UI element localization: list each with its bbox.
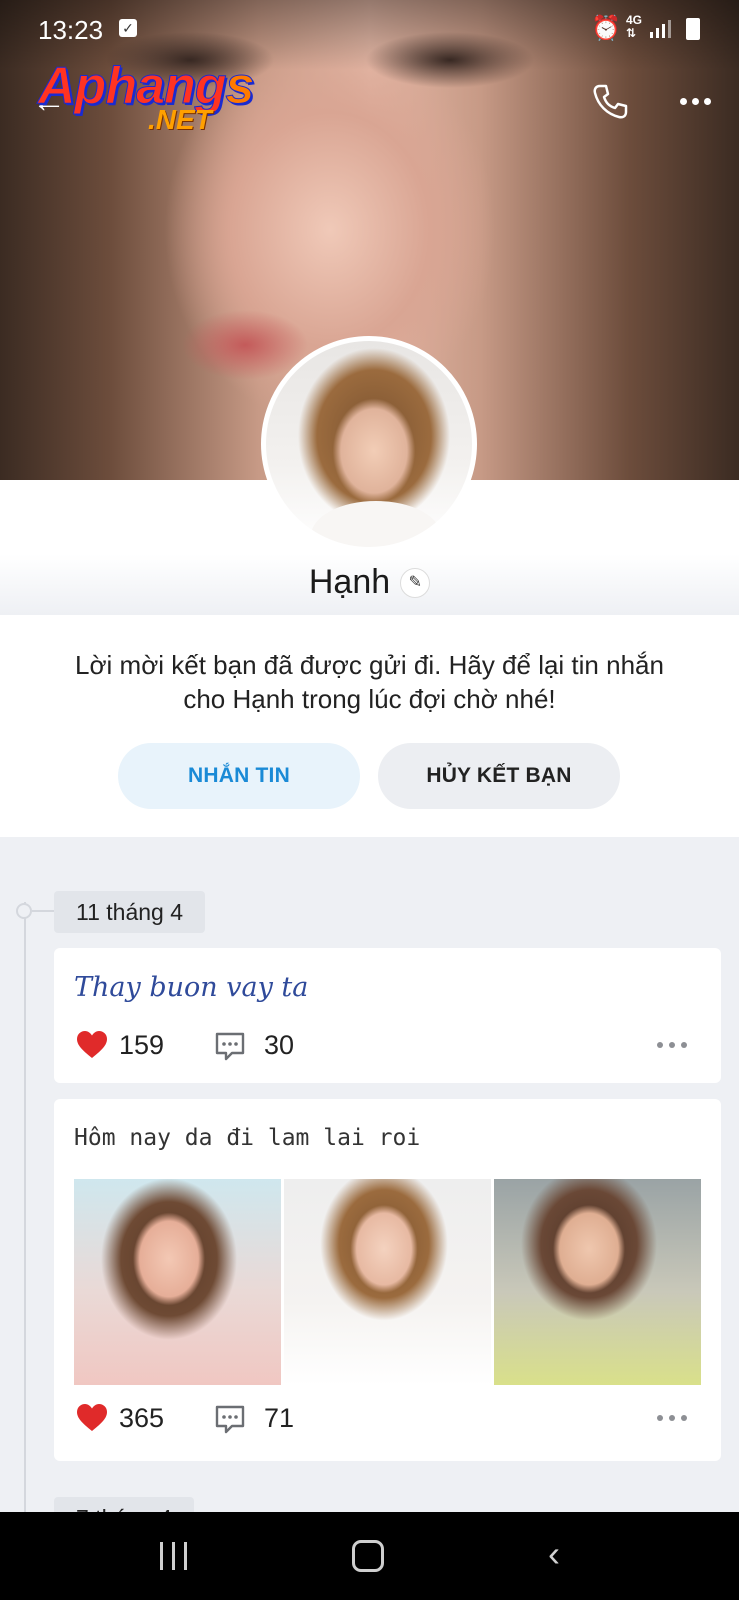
comment-count: 30 [264, 1030, 295, 1060]
post-photo[interactable] [74, 1179, 281, 1385]
post-reactions: 365 71 [74, 1399, 701, 1439]
timeline-line [24, 902, 26, 1512]
status-time: 13:23 [38, 15, 104, 45]
friend-request-card: Lời mời kết bạn đã được gửi đi. Hãy để l… [0, 615, 739, 837]
post-card[interactable]: Thay buon vay ta 159 30 [54, 948, 721, 1083]
avatar[interactable] [261, 336, 477, 552]
timeline-connector [32, 910, 54, 912]
nav-home-icon[interactable] [352, 1540, 384, 1572]
system-nav-bar: ‹ [0, 1512, 739, 1600]
post-text: Hôm nay da đi lam lai roi [74, 1125, 421, 1151]
nav-recent-icon[interactable] [160, 1542, 187, 1570]
nav-back-icon[interactable]: ‹ [548, 1536, 560, 1572]
profile-screen: 13:23 ✓ ⏰ 4G ⇅ ← Aphangs .NET Hạnh ✎ Lời m… [0, 0, 739, 1600]
message-button[interactable]: NHẮN TIN [118, 743, 360, 809]
watermark-suffix: .NET [148, 104, 212, 135]
status-bar: 13:23 ✓ ⏰ 4G ⇅ [0, 0, 739, 58]
photo-grid [74, 1179, 701, 1385]
watermark-logo: Aphangs .NET [37, 56, 258, 138]
post-reactions: 159 30 [74, 1026, 701, 1066]
profile-name: Hạnh [308, 563, 391, 601]
heart-icon[interactable] [76, 1403, 108, 1433]
phone-icon[interactable] [590, 82, 630, 122]
unfriend-button[interactable]: HỦY KẾT BẠN [378, 743, 620, 809]
post-photo[interactable] [494, 1179, 701, 1385]
edit-icon[interactable]: ✎ [400, 567, 431, 598]
post-more-icon[interactable] [657, 1042, 687, 1048]
watermark-brand: Aphangs [37, 57, 254, 116]
post-photo[interactable] [284, 1179, 491, 1385]
invite-message: Lời mời kết bạn đã được gửi đi. Hãy để l… [75, 650, 664, 714]
name-row: Hạnh ✎ [0, 563, 739, 602]
signal-icon [650, 18, 671, 38]
post-more-icon[interactable] [657, 1415, 687, 1421]
timeline-dot [16, 903, 32, 919]
like-count: 159 [119, 1030, 165, 1060]
post-card[interactable]: Hôm nay da đi lam lai roi 365 71 [54, 1099, 721, 1461]
battery-icon [686, 18, 700, 40]
checkbox-notification-icon: ✓ [119, 19, 137, 37]
more-options-icon[interactable] [680, 86, 714, 116]
network-label: 4G [626, 13, 643, 27]
date-badge: 11 tháng 4 [54, 891, 206, 933]
like-count: 365 [119, 1403, 165, 1433]
network-type: 4G ⇅ [626, 13, 643, 40]
comment-count: 71 [264, 1403, 295, 1433]
alarm-icon: ⏰ [591, 15, 621, 42]
heart-icon[interactable] [76, 1030, 108, 1060]
post-text: Thay buon vay ta [74, 972, 309, 1003]
comment-icon[interactable] [214, 1403, 246, 1435]
comment-icon[interactable] [214, 1030, 246, 1062]
